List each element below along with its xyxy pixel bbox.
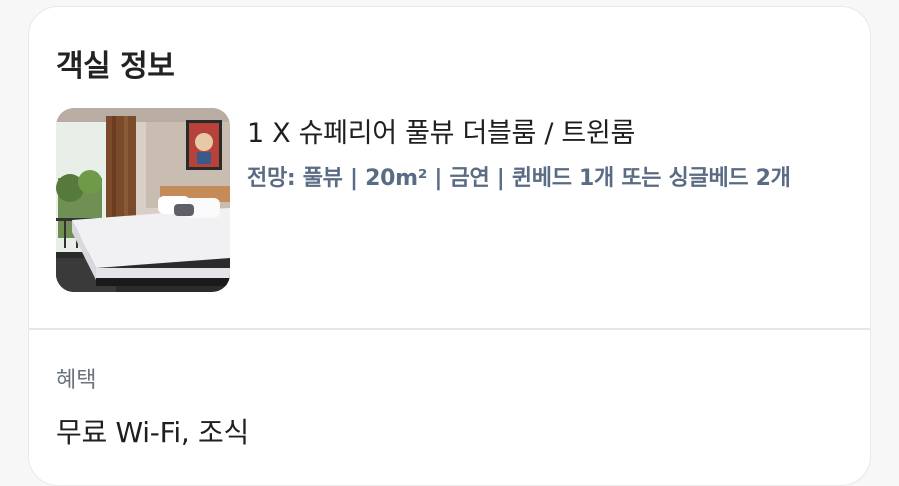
benefits-value: 무료 Wi-Fi, 조식	[56, 416, 249, 449]
section-title: 객실 정보	[56, 49, 175, 84]
room-photo[interactable]	[56, 108, 230, 292]
room-details: 전망: 풀뷰 | 20m² | 금연 | 퀸베드 1개 또는 싱글베드 2개	[247, 166, 791, 191]
benefits-label: 혜택	[56, 368, 97, 393]
room-photo-illustration	[56, 108, 230, 292]
room-info-card: 객실 정보 1 X 슈페리어 풀뷰 더블룸 / 트윈룸 전망: 풀뷰 | 20m…	[28, 6, 871, 486]
section-divider	[29, 328, 870, 330]
room-name: 1 X 슈페리어 풀뷰 더블룸 / 트윈룸	[247, 118, 636, 149]
